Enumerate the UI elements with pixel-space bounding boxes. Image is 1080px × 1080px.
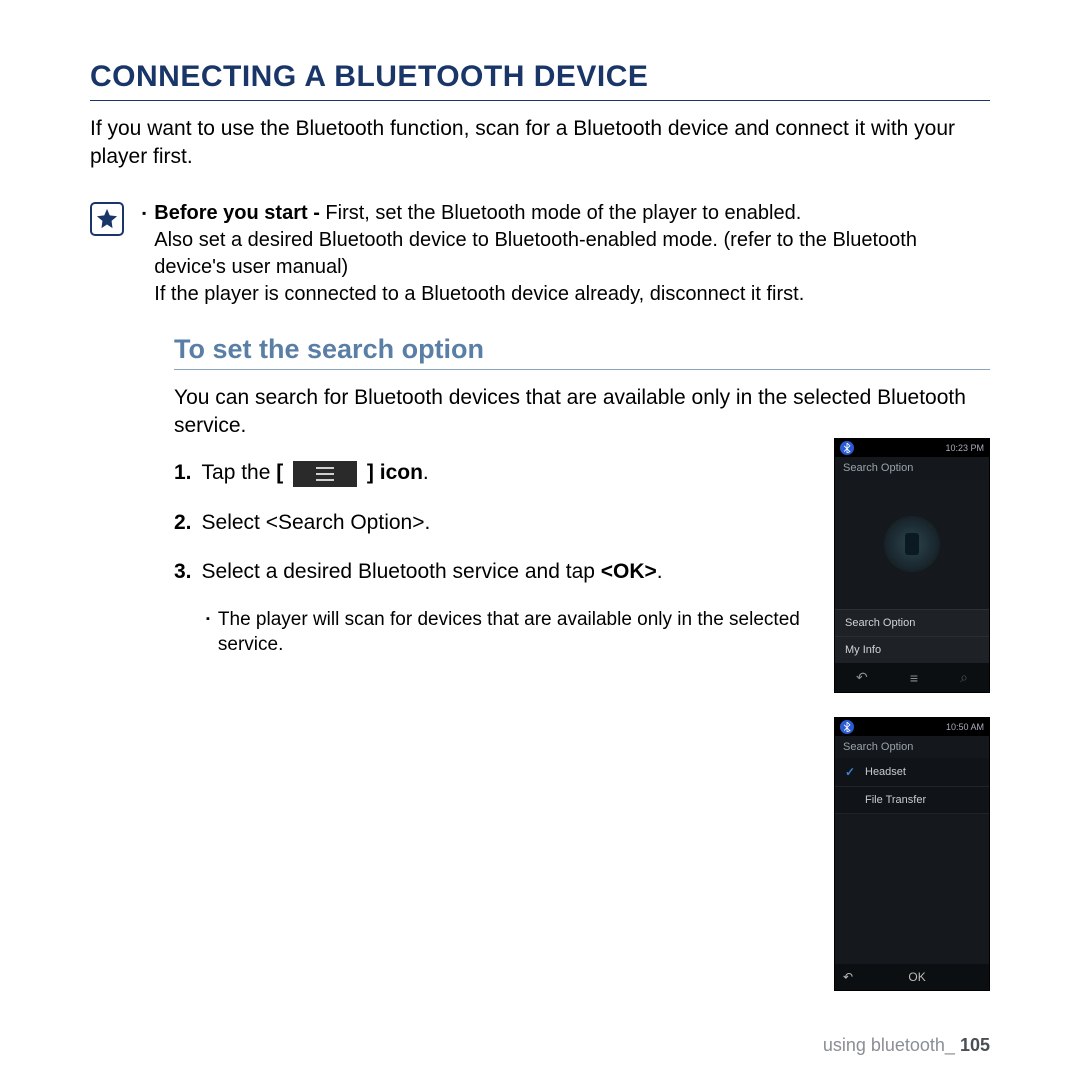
search-icon[interactable]: ⌕ [960,669,968,686]
phone1-menu-item[interactable]: Search Option [835,610,989,636]
phone2-body-spacer [835,814,989,964]
phone1-nav: ↶ ≡ ⌕ [835,663,989,692]
step-list: 1. Tap the [ ] icon. 2. Select <Search O… [174,458,794,586]
note-line3: If the player is connected to a Bluetoot… [154,283,804,305]
bluetooth-icon [840,720,854,734]
phone2-list-item[interactable]: ✓ Headset [835,758,989,787]
phone1-status-bar: 10:23 PM [835,439,989,457]
step3-ok: <OK> [601,560,657,583]
phone1-menu-item[interactable]: My Info [835,636,989,663]
step1-text-a: Tap the [202,461,277,484]
sub-intro: You can search for Bluetooth devices tha… [174,384,974,441]
phone2-status-bar: 10:50 AM [835,718,989,736]
phone2-header: Search Option [835,736,989,758]
step-sub-note: ▪ The player will scan for devices that … [206,607,806,658]
phone2-bottom-bar: ↶ OK [835,964,989,990]
step-3: 3. Select a desired Bluetooth service an… [174,557,794,586]
phone2-list-item[interactable]: File Transfer [835,787,989,814]
note-block: ▪ Before you start - First, set the Blue… [90,200,990,308]
phone1-header: Search Option [835,457,989,479]
page-footer: using bluetooth_ 105 [823,1035,990,1056]
phone1-time: 10:23 PM [945,443,984,453]
step1-bracket-open: [ [276,461,289,484]
step3-period: . [657,560,663,583]
check-icon: ✓ [845,765,857,779]
phone1-graphic [884,516,940,572]
step-2: 2. Select <Search Option>. [174,508,794,537]
back-icon[interactable]: ↶ [843,970,853,984]
step2-text: Select <Search Option>. [202,511,431,534]
star-icon [90,202,124,236]
subheading: To set the search option [174,334,990,370]
phone-mockup-2: 10:50 AM Search Option ✓ Headset File Tr… [834,717,990,991]
phone-mockup-1: 10:23 PM Search Option Search Option My … [834,438,990,693]
note-lead-rest: First, set the Bluetooth mode of the pla… [325,202,801,224]
phone2-item2-label: File Transfer [865,794,926,806]
step-1: 1. Tap the [ ] icon. [174,458,794,487]
phone2-time: 10:50 AM [946,722,984,732]
page-title: CONNECTING A BLUETOOTH DEVICE [90,60,990,101]
step1-period: . [423,461,429,484]
note-lead-bold: Before you start - [154,202,325,224]
step1-bracket-close: ] icon [361,461,423,484]
back-icon[interactable]: ↶ [856,669,868,686]
step-number: 2. [174,508,192,537]
phone1-body [835,479,989,609]
step3-text-a: Select a desired Bluetooth service and t… [202,560,601,583]
menu-icon [293,461,357,487]
step-number: 1. [174,458,192,487]
intro-text: If you want to use the Bluetooth functio… [90,115,990,172]
note-body: ▪ Before you start - First, set the Blue… [142,200,990,308]
step-number: 3. [174,557,192,586]
phone2-item1-label: Headset [865,766,906,778]
ok-button[interactable]: OK [853,970,981,984]
note-line2: Also set a desired Bluetooth device to B… [154,229,917,278]
footer-page-number: 105 [960,1035,990,1055]
bluetooth-icon [840,441,854,455]
sub-note-text: The player will scan for devices that ar… [218,607,806,658]
phone1-menu: Search Option My Info [835,609,989,663]
footer-label: using bluetooth_ [823,1035,955,1055]
menu-icon[interactable]: ≡ [910,670,918,686]
